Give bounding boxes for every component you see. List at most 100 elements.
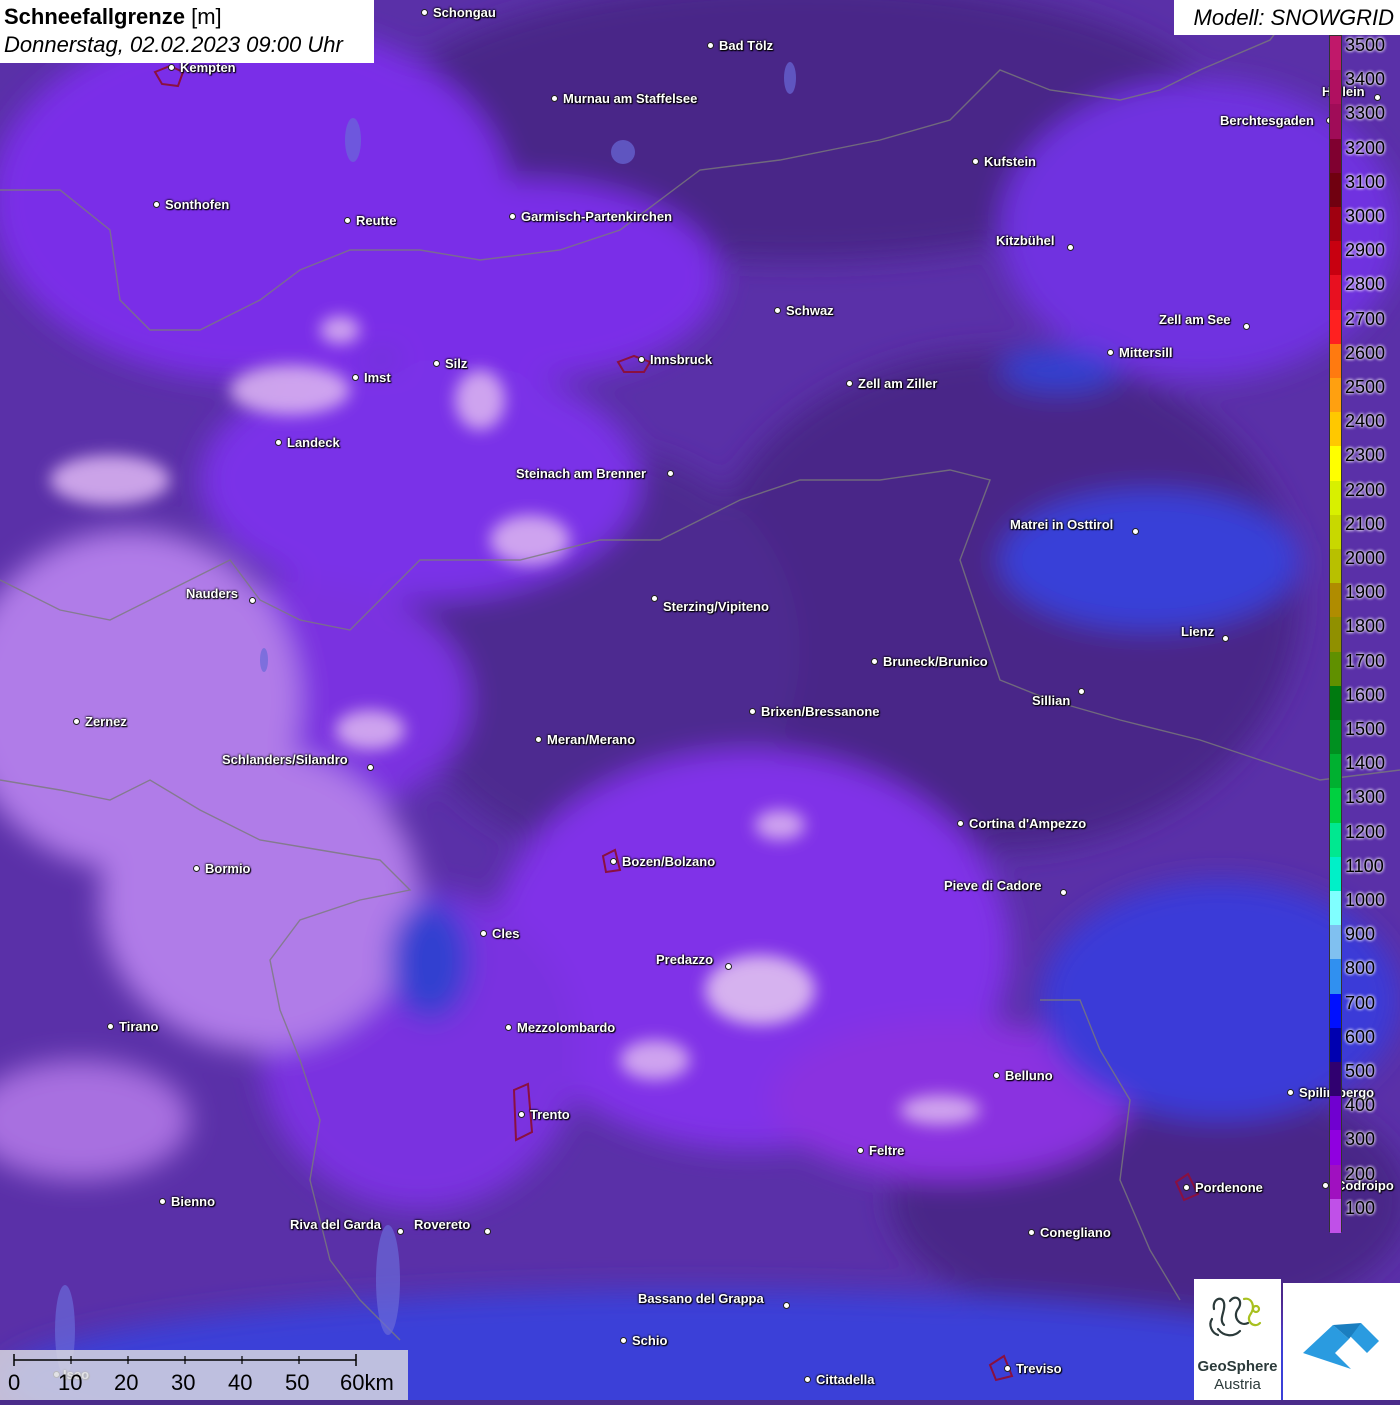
legend-label-3400: 3400 [1345,69,1386,90]
city-marker-innsbruck [638,356,645,363]
city-label-bad-t-lz: Bad Tölz [719,38,774,53]
city-label-matrei-in-osttirol: Matrei in Osttirol [1010,517,1114,532]
legend-label-1800: 1800 [1345,616,1386,637]
city-marker-landeck [275,439,282,446]
legend-swatch-1200 [1330,822,1341,858]
city-marker-pordenone [1183,1184,1190,1191]
legend-swatch-1900 [1330,583,1341,618]
legend-label-1900: 1900 [1345,582,1386,603]
legend-swatch-100 [1330,1198,1341,1234]
city-marker-steinach-am-brenner [667,470,674,477]
city-label-schlanders-silandro: Schlanders/Silandro [222,752,348,767]
legend-label-2400: 2400 [1345,411,1386,432]
city-marker-spilimbergo [1287,1089,1294,1096]
legend-label-2800: 2800 [1345,274,1386,295]
city-marker-bormio [193,865,200,872]
scale-label: 50 [285,1370,310,1395]
map-title: Schneefallgrenze [m] [4,3,370,31]
city-label-bienno: Bienno [171,1194,216,1209]
legend-swatch-1500 [1330,720,1341,755]
scale-label: 60km [340,1370,394,1395]
city-marker-kitzb-hel [1067,244,1074,251]
city-label-sillian: Sillian [1032,693,1071,708]
scale-label: 40 [228,1370,253,1395]
city-marker-pieve-di-cadore [1060,889,1067,896]
city-label-schongau: Schongau [433,5,496,20]
legend-swatch-800 [1330,959,1341,995]
legend-swatch-3200 [1330,138,1341,174]
city-marker-sillian [1078,688,1085,695]
city-marker-reutte [344,217,351,224]
city-label-landeck: Landeck [287,435,340,450]
legend-label-300: 300 [1345,1129,1376,1150]
city-label-bormio: Bormio [205,861,251,876]
city-label-zernez: Zernez [85,714,127,729]
legend-label-3500: 3500 [1345,35,1386,55]
city-label-sterzing-vipiteno: Sterzing/Vipiteno [663,599,769,614]
scale-label: 10 [58,1370,83,1395]
legend-label-1600: 1600 [1345,684,1386,705]
city-label-nauders: Nauders [186,586,239,601]
city-label-bruneck-brunico: Bruneck/Brunico [883,654,988,669]
legend-swatch-3300 [1330,104,1341,140]
legend-swatch-1300 [1330,788,1341,824]
legend-swatch-2200 [1330,480,1341,516]
city-label-cortina-d-ampezzo: Cortina d'Ampezzo [969,816,1087,831]
legend-swatch-300 [1330,1130,1341,1166]
city-label-kitzb-hel: Kitzbühel [996,233,1055,248]
city-marker-garmisch-partenkirchen [509,213,516,220]
app-logo-icon [1283,1283,1400,1400]
city-marker-hallein [1374,94,1381,101]
city-marker-codroipo [1322,1182,1329,1189]
city-label-bassano-del-grappa: Bassano del Grappa [638,1291,764,1306]
map-datetime: Donnerstag, 02.02.2023 09:00 Uhr [4,32,343,57]
city-marker-schwaz [774,307,781,314]
legend-swatch-700 [1330,993,1341,1029]
legend-swatch-1400 [1330,754,1341,789]
city-label-mittersill: Mittersill [1119,345,1173,360]
city-label-kufstein: Kufstein [984,154,1036,169]
legend-label-1500: 1500 [1345,719,1386,739]
city-marker-schongau [421,9,428,16]
city-label-garmisch-partenkirchen: Garmisch-Partenkirchen [521,209,673,224]
legend-label-2100: 2100 [1345,513,1386,534]
city-label-meran-merano: Meran/Merano [547,732,636,747]
city-label-imst: Imst [364,370,391,385]
city-marker-cles [480,930,487,937]
scale-label: 0 [8,1370,21,1395]
city-label-bozen-bolzano: Bozen/Bolzano [622,854,716,869]
city-marker-schio [620,1337,627,1344]
legend-label-3300: 3300 [1345,103,1386,124]
legend-swatch-3100 [1330,172,1341,208]
city-marker-brixen-bressanone [749,708,756,715]
city-marker-conegliano [1028,1229,1035,1236]
city-marker-rovereto [484,1228,491,1235]
city-marker-treviso [1004,1365,1011,1372]
legend-label-1700: 1700 [1345,650,1386,671]
color-legend-bar [1329,35,1342,1234]
city-label-trento: Trento [530,1107,570,1122]
city-marker-riva-del-garda [397,1228,404,1235]
city-label-belluno: Belluno [1005,1068,1053,1083]
legend-swatch-2800 [1330,275,1341,311]
city-marker-nauders [249,597,256,604]
city-label-zell-am-ziller: Zell am Ziller [858,376,938,391]
legend-swatch-3400 [1330,70,1341,105]
geosphere-logo-line2: Austria [1214,1376,1261,1393]
legend-swatch-2700 [1330,309,1341,345]
city-label-predazzo: Predazzo [656,952,714,967]
legend-label-1000: 1000 [1345,890,1386,910]
legend-label-2900: 2900 [1345,240,1386,261]
city-marker-kufstein [972,158,979,165]
legend-label-800: 800 [1345,958,1376,979]
city-marker-bozen-bolzano [610,858,617,865]
city-marker-mittersill [1107,349,1114,356]
city-label-treviso: Treviso [1016,1361,1062,1376]
city-marker-zernez [73,718,80,725]
city-marker-matrei-in-osttirol [1132,528,1139,535]
city-marker-bruneck-brunico [871,658,878,665]
city-label-cles: Cles [492,926,520,941]
city-marker-mezzolombardo [505,1024,512,1031]
city-label-schio: Schio [632,1333,668,1348]
geosphere-logo: GeoSphere Austria [1194,1279,1281,1400]
